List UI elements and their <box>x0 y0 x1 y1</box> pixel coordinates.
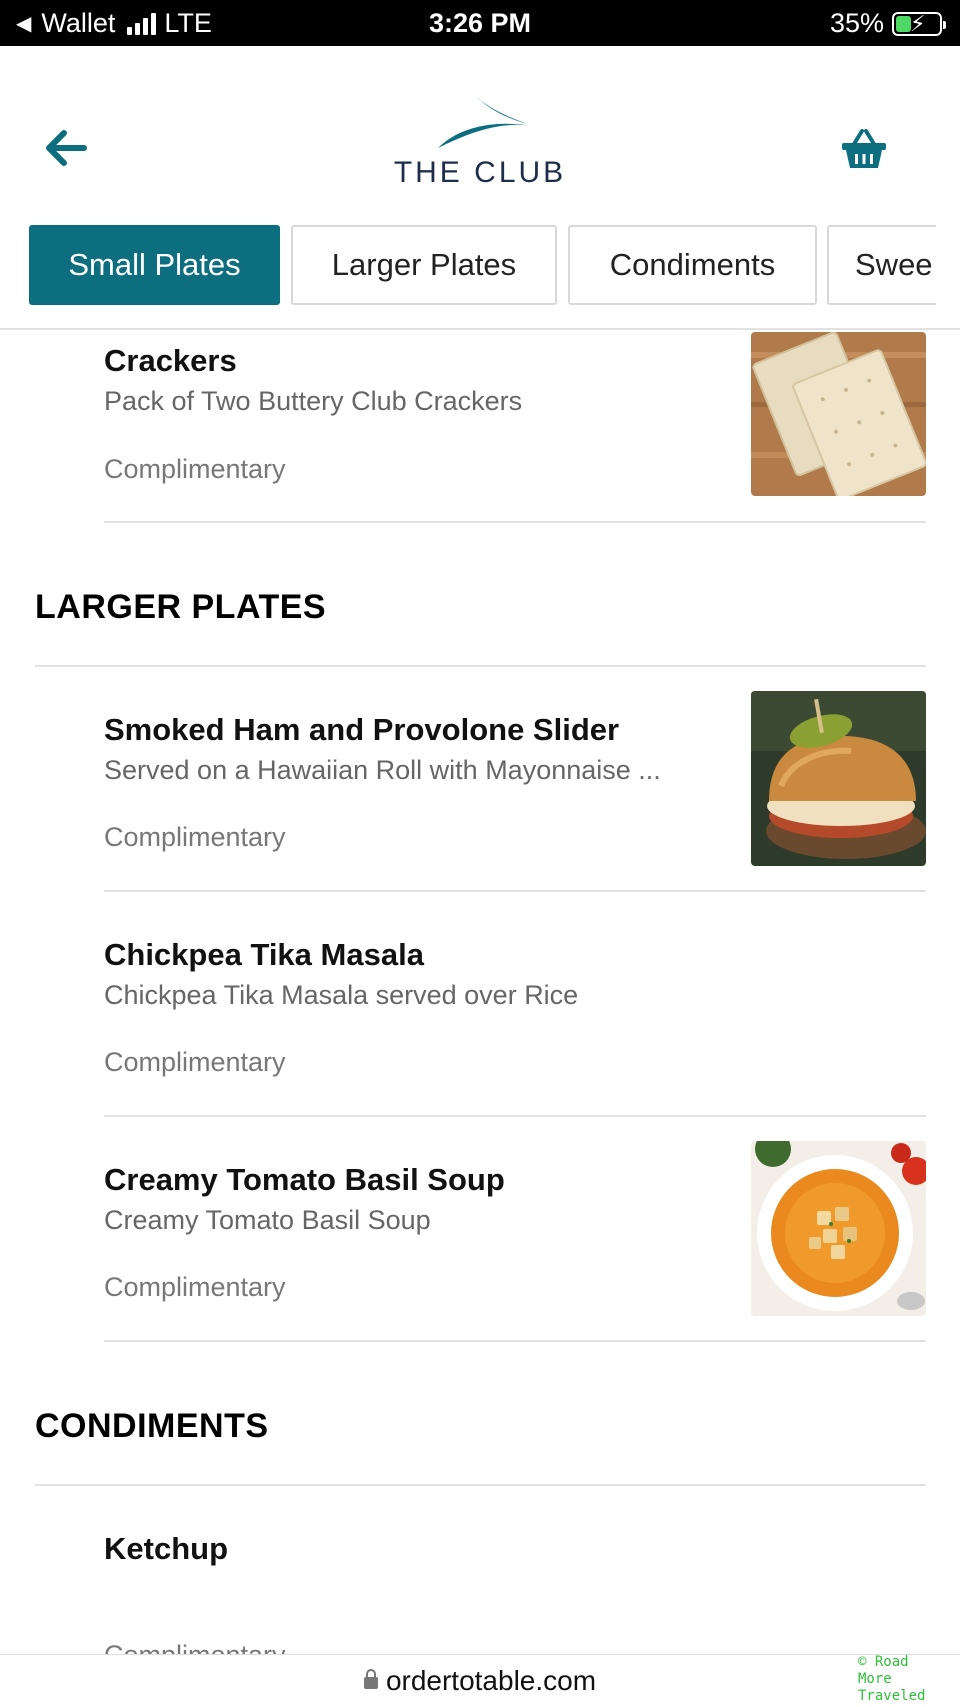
item-divider <box>104 1340 926 1342</box>
status-bar: ◀ Wallet LTE 3:26 PM 35% ⚡ <box>0 0 960 46</box>
item-description: Chickpea Tika Masala served over Rice <box>104 980 579 1010</box>
battery-icon: ⚡ <box>892 10 946 36</box>
item-divider <box>104 1115 926 1117</box>
charging-icon: ⚡ <box>910 10 926 36</box>
item-title: Smoked Ham and Provolone Slider <box>104 712 620 747</box>
url-text: ordertotable.com <box>385 1665 597 1696</box>
battery-percent: 35% <box>829 8 884 38</box>
item-price: Complimentary <box>104 454 286 484</box>
basket-icon[interactable] <box>840 128 888 170</box>
section-divider <box>35 665 926 667</box>
battery-fill <box>896 15 911 32</box>
tab-small-plates[interactable]: Small Plates <box>29 225 280 305</box>
logo-text: THE CLUB <box>393 156 567 189</box>
item-title: Creamy Tomato Basil Soup <box>104 1162 505 1197</box>
item-price: Complimentary <box>104 822 286 852</box>
tab-larger-plates[interactable]: Larger Plates <box>291 225 557 305</box>
watermark-line: More <box>858 1671 892 1687</box>
app-header: THE CLUB <box>0 46 960 216</box>
slider-photo <box>751 691 926 866</box>
tab-condiments[interactable]: Condiments <box>568 225 817 305</box>
status-bar-right: 35% ⚡ <box>829 8 946 39</box>
item-title: Chickpea Tika Masala <box>104 937 424 972</box>
section-divider <box>35 1484 926 1486</box>
watermark-line: Traveled <box>858 1688 926 1704</box>
category-tabs: Small Plates Larger Plates Condiments Sw… <box>0 216 960 330</box>
soup-photo <box>751 1141 926 1316</box>
item-divider <box>104 890 926 892</box>
item-title: Crackers <box>104 343 237 378</box>
item-title: Ketchup <box>104 1531 228 1566</box>
item-description: Served on a Hawaiian Roll with Mayonnais… <box>104 755 661 785</box>
section-title-larger-plates: LARGER PLATES <box>35 588 327 626</box>
item-price: Complimentary <box>104 1272 286 1302</box>
item-description: Creamy Tomato Basil Soup <box>104 1205 431 1235</box>
watermark: © Road More Traveled <box>858 1654 925 1705</box>
back-arrow-icon[interactable] <box>44 128 88 168</box>
tabs-scroll-edge <box>936 216 960 328</box>
item-price: Complimentary <box>104 1047 286 1077</box>
item-description: Pack of Two Buttery Club Crackers <box>104 386 523 416</box>
browser-url-bar[interactable]: ordertotable.com <box>0 1654 960 1707</box>
watermark-line: © Road <box>858 1654 909 1670</box>
item-divider <box>104 521 926 523</box>
url-display: ordertotable.com <box>0 1665 960 1697</box>
crackers-photo <box>751 332 926 496</box>
club-logo-swoosh-icon <box>438 96 532 148</box>
lock-icon <box>363 1669 378 1689</box>
clock: 3:26 PM <box>428 8 532 38</box>
section-title-condiments: CONDIMENTS <box>35 1407 269 1445</box>
